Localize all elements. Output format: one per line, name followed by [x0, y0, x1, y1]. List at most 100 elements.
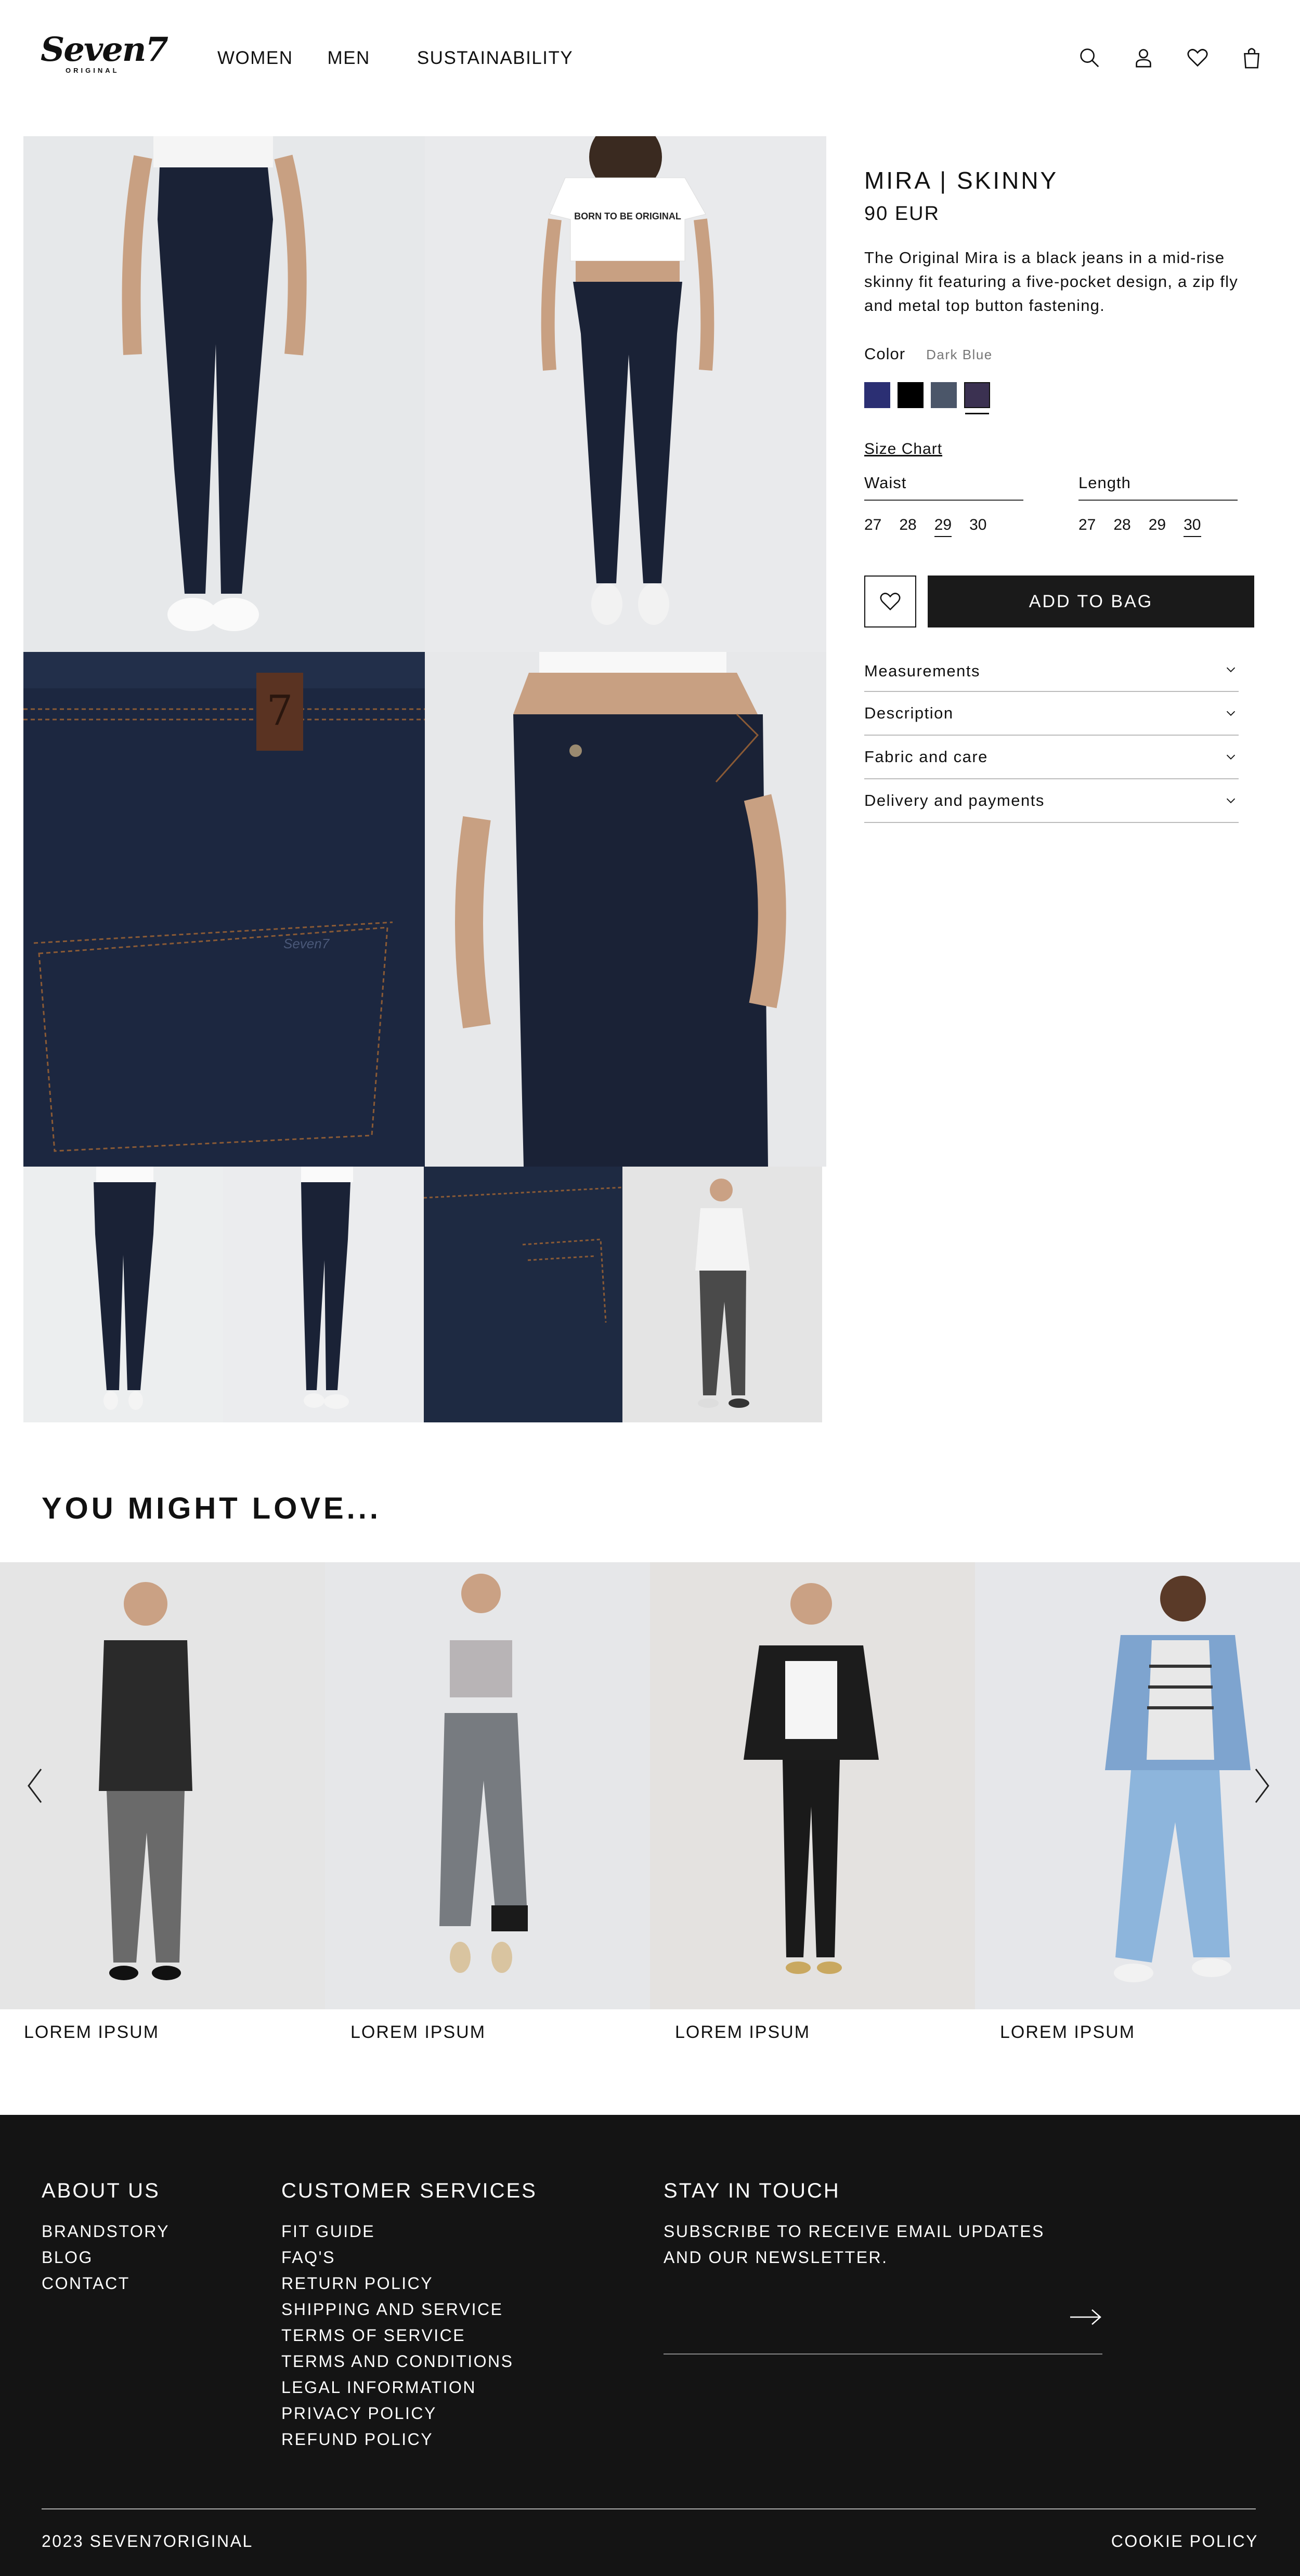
- cookie-policy-link[interactable]: COOKIE POLICY: [1111, 2532, 1258, 2551]
- site-footer: ABOUT US BRANDSTORY BLOG CONTACT CUSTOME…: [0, 2115, 1300, 2576]
- footer-link-fit-guide[interactable]: FIT GUIDE: [281, 2218, 537, 2244]
- buy-row: ADD TO BAG: [864, 576, 1259, 627]
- waist-label: Waist: [864, 474, 1023, 501]
- chevron-down-icon: [1223, 662, 1239, 677]
- footer-heading: STAY IN TOUCH: [664, 2179, 1048, 2203]
- footer-link-brandstory[interactable]: BRANDSTORY: [42, 2218, 170, 2244]
- nav-men[interactable]: MEN: [328, 48, 370, 69]
- recommendations-title: YOU MIGHT LOVE...: [42, 1491, 381, 1526]
- waist-option[interactable]: 28: [899, 516, 916, 537]
- product-thumb-alt-look[interactable]: [622, 1167, 822, 1422]
- length-label: Length: [1078, 474, 1238, 501]
- recommendation-image[interactable]: [650, 1562, 975, 2009]
- footer-heading: ABOUT US: [42, 2179, 170, 2203]
- length-selector: Length 27 28 29 30: [1078, 474, 1238, 537]
- size-chart-link[interactable]: Size Chart: [864, 440, 942, 458]
- waist-option-selected[interactable]: 29: [934, 516, 952, 537]
- site-header: Seven7 ORIGINAL WOMEN MEN SUSTAINABILITY: [0, 0, 1300, 117]
- footer-link-privacy[interactable]: PRIVACY POLICY: [281, 2400, 537, 2426]
- svg-text:7: 7: [267, 686, 293, 735]
- swatch-dark-blue[interactable]: [864, 382, 890, 408]
- color-swatches: [864, 382, 1259, 408]
- accordion-label: Fabric and care: [864, 748, 988, 766]
- recommendation-name[interactable]: LOREM IPSUM: [1000, 2022, 1135, 2043]
- color-row: Color Dark Blue: [864, 345, 1259, 363]
- swatch-purple[interactable]: [964, 382, 990, 408]
- product-title: MIRA | SKINNY: [864, 166, 1259, 194]
- accordion-description[interactable]: Description: [864, 692, 1239, 736]
- main-nav: WOMEN MEN SUSTAINABILITY: [217, 48, 607, 69]
- accordion-label: Description: [864, 704, 954, 723]
- footer-services: CUSTOMER SERVICES FIT GUIDE FAQ'S RETURN…: [281, 2179, 537, 2452]
- footer-link-terms-of-service[interactable]: TERMS OF SERVICE: [281, 2322, 537, 2348]
- recommendation-name[interactable]: LOREM IPSUM: [675, 2022, 810, 2043]
- swatch-black[interactable]: [898, 382, 924, 408]
- wishlist-icon[interactable]: [1185, 45, 1211, 71]
- length-option-selected[interactable]: 30: [1184, 516, 1201, 537]
- newsletter-email-field[interactable]: [664, 2280, 1102, 2355]
- logo-subtitle: ORIGINAL: [66, 67, 120, 74]
- chevron-down-icon: [1223, 749, 1239, 765]
- search-icon[interactable]: [1076, 45, 1102, 71]
- footer-link-contact[interactable]: CONTACT: [42, 2270, 170, 2296]
- footer-link-refund[interactable]: REFUND POLICY: [281, 2426, 537, 2452]
- carousel-prev-button[interactable]: [22, 1765, 48, 1807]
- chevron-right-icon: [1249, 1765, 1275, 1807]
- color-value: Dark Blue: [926, 347, 993, 363]
- waist-selector: Waist 27 28 29 30: [864, 474, 1023, 537]
- svg-text:BORN TO BE ORIGINAL: BORN TO BE ORIGINAL: [574, 211, 681, 221]
- header-icons: [1076, 45, 1265, 71]
- footer-link-shipping[interactable]: SHIPPING AND SERVICE: [281, 2296, 537, 2322]
- accordion-fabric[interactable]: Fabric and care: [864, 736, 1239, 779]
- footer-divider: [42, 2508, 1256, 2509]
- account-icon[interactable]: [1130, 45, 1156, 71]
- logo-wordmark: Seven7: [41, 30, 167, 69]
- recommendation-name[interactable]: LOREM IPSUM: [24, 2022, 159, 2043]
- product-thumb-back[interactable]: [23, 1167, 223, 1422]
- nav-women[interactable]: WOMEN: [217, 48, 293, 69]
- product-photo-full[interactable]: BORN TO BE ORIGINAL: [425, 136, 826, 652]
- footer-heading: CUSTOMER SERVICES: [281, 2179, 537, 2203]
- product-photo-side-detail[interactable]: [425, 652, 826, 1167]
- chevron-left-icon: [22, 1765, 48, 1807]
- footer-about: ABOUT US BRANDSTORY BLOG CONTACT: [42, 2179, 170, 2296]
- newsletter-email-input[interactable]: [664, 2280, 1059, 2353]
- length-option[interactable]: 27: [1078, 516, 1096, 537]
- footer-link-legal[interactable]: LEGAL INFORMATION: [281, 2374, 537, 2400]
- size-selectors: Waist 27 28 29 30 Length 27 28 29 30: [864, 474, 1259, 537]
- footer-link-terms-conditions[interactable]: TERMS AND CONDITIONS: [281, 2348, 537, 2374]
- length-option[interactable]: 28: [1113, 516, 1130, 537]
- copyright: 2023 SEVEN7ORIGINAL: [42, 2532, 253, 2551]
- product-photo-back-detail[interactable]: 7 Seven7: [23, 652, 425, 1167]
- product-photo-front[interactable]: [23, 136, 425, 652]
- accordion-delivery[interactable]: Delivery and payments: [864, 779, 1239, 823]
- accordion-measurements[interactable]: Measurements: [864, 662, 1239, 692]
- chevron-down-icon: [1223, 705, 1239, 721]
- carousel-next-button[interactable]: [1249, 1765, 1275, 1807]
- footer-newsletter: STAY IN TOUCH SUBSCRIBE TO RECEIVE EMAIL…: [664, 2179, 1048, 2270]
- brand-logo[interactable]: Seven7 ORIGINAL: [41, 30, 152, 79]
- product-thumb-side[interactable]: [223, 1167, 424, 1422]
- footer-link-faqs[interactable]: FAQ'S: [281, 2244, 537, 2270]
- footer-link-blog[interactable]: BLOG: [42, 2244, 170, 2270]
- product-info-panel: MIRA | SKINNY 90 EUR The Original Mira i…: [864, 166, 1259, 823]
- product-thumb-pocket[interactable]: [424, 1167, 622, 1422]
- arrow-right-icon[interactable]: [1069, 2307, 1102, 2327]
- swatch-grey-blue[interactable]: [931, 382, 957, 408]
- add-to-wishlist-button[interactable]: [864, 576, 916, 627]
- recommendations-carousel: [0, 1562, 1300, 2009]
- length-option[interactable]: 29: [1149, 516, 1166, 537]
- recommendation-image[interactable]: [325, 1562, 650, 2009]
- waist-option[interactable]: 27: [864, 516, 881, 537]
- waist-option[interactable]: 30: [969, 516, 986, 537]
- recommendation-image[interactable]: [0, 1562, 325, 2009]
- recommendation-name[interactable]: LOREM IPSUM: [350, 2022, 486, 2043]
- svg-text:Seven7: Seven7: [283, 936, 330, 951]
- newsletter-text: SUBSCRIBE TO RECEIVE EMAIL UPDATES AND O…: [664, 2218, 1048, 2270]
- bag-icon[interactable]: [1239, 45, 1265, 71]
- heart-icon: [878, 590, 902, 613]
- add-to-bag-button[interactable]: ADD TO BAG: [928, 576, 1254, 627]
- color-label: Color: [864, 345, 905, 363]
- footer-link-return-policy[interactable]: RETURN POLICY: [281, 2270, 537, 2296]
- nav-sustainability[interactable]: SUSTAINABILITY: [417, 48, 573, 69]
